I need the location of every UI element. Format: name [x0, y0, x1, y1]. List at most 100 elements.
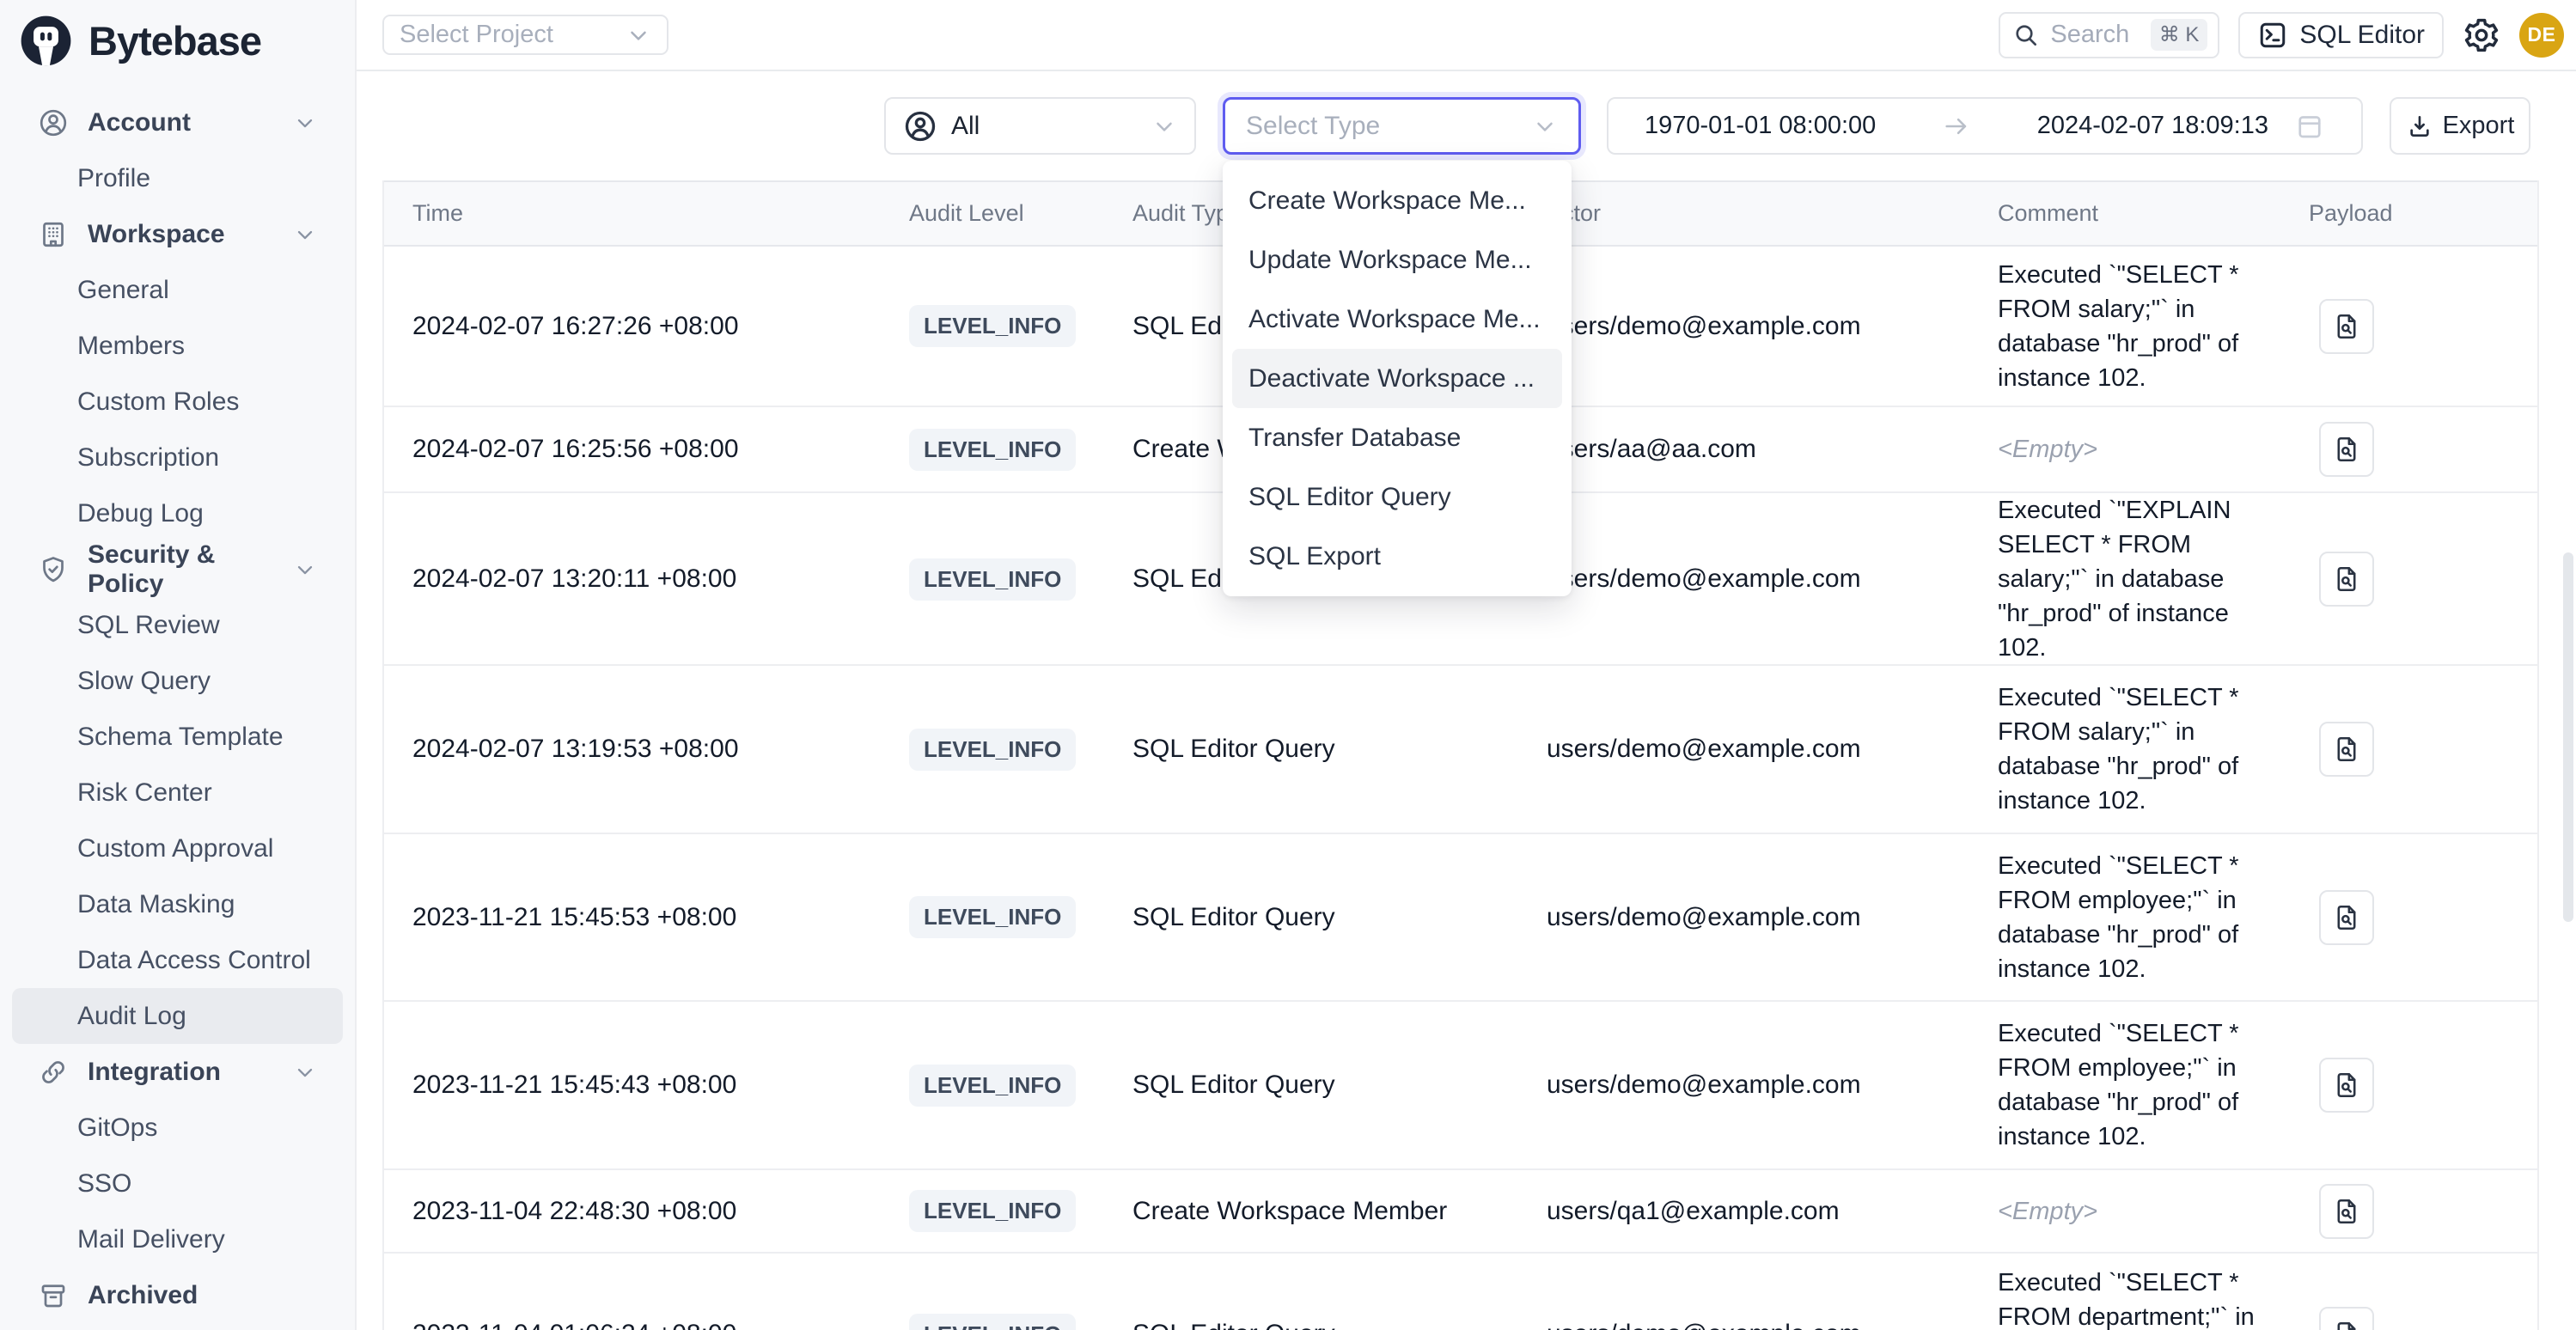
archive-icon	[38, 1280, 69, 1311]
actor-filter[interactable]: All	[884, 97, 1196, 155]
cell-comment: Executed `"SELECT * FROM salary;"` in da…	[1969, 258, 2280, 395]
sidebar-item-gitops[interactable]: GitOps	[0, 1100, 355, 1156]
cell-audit-level: LEVEL_INFO	[881, 305, 1104, 347]
cell-actor: users/demo@example.com	[1518, 903, 1969, 932]
level-badge: LEVEL_INFO	[909, 305, 1076, 347]
sidebar-item-subscription[interactable]: Subscription	[0, 430, 355, 485]
sidebar-item-custom-approval[interactable]: Custom Approval	[0, 821, 355, 876]
menu-item-sql-editor-query[interactable]: SQL Editor Query	[1223, 467, 1572, 527]
file-search-icon	[2332, 435, 2361, 464]
audit-type-dropdown-menu: Create Workspace Me... Update Workspace …	[1223, 161, 1572, 596]
payload-view-button[interactable]	[2319, 1184, 2374, 1239]
cell-payload	[2280, 552, 2537, 607]
cell-time: 2024-02-07 13:20:11 +08:00	[384, 564, 881, 594]
sidebar-item-schema-template[interactable]: Schema Template	[0, 709, 355, 765]
topbar: Select Project Search ⌘ K SQL Editor	[357, 0, 2576, 71]
cell-comment: <Empty>	[1969, 1194, 2280, 1229]
cell-audit-level: LEVEL_INFO	[881, 429, 1104, 471]
sidebar-item-mail-delivery[interactable]: Mail Delivery	[0, 1211, 355, 1267]
cell-time: 2023-11-21 15:45:53 +08:00	[384, 903, 881, 932]
file-search-icon	[2332, 1071, 2361, 1100]
sql-editor-button[interactable]: SQL Editor	[2238, 12, 2444, 58]
bytebase-logo[interactable]: Bytebase	[0, 0, 355, 71]
cell-audit-type: SQL Editor Query	[1104, 903, 1518, 932]
sidebar-item-archived[interactable]: Archived	[0, 1267, 355, 1323]
search-icon	[2012, 21, 2040, 49]
shield-check-icon	[38, 554, 69, 585]
sidebar-item-sso[interactable]: SSO	[0, 1156, 355, 1211]
file-search-icon	[2332, 1197, 2361, 1226]
chevron-down-icon	[293, 558, 317, 582]
audit-type-filter[interactable]: Select Type	[1223, 97, 1581, 155]
sidebar-item-account[interactable]: Account	[0, 95, 355, 150]
sidebar-item-custom-roles[interactable]: Custom Roles	[0, 374, 355, 430]
sidebar-item-audit-log[interactable]: Audit Log	[12, 988, 343, 1044]
date-to[interactable]: 2024-02-07 18:09:13	[2037, 112, 2268, 140]
cell-actor: users/aa@aa.com	[1518, 435, 1969, 464]
sidebar-item-members[interactable]: Members	[0, 318, 355, 374]
sidebar-item-general[interactable]: General	[0, 262, 355, 318]
menu-item-deactivate-workspace-member[interactable]: Deactivate Workspace ...	[1232, 349, 1562, 408]
cell-payload	[2280, 722, 2537, 777]
payload-view-button[interactable]	[2319, 722, 2374, 777]
cell-time: 2024-02-07 16:27:26 +08:00	[384, 312, 881, 341]
cell-actor: users/qa1@example.com	[1518, 1197, 1969, 1226]
date-from[interactable]: 1970-01-01 08:00:00	[1645, 112, 1876, 140]
table-row: 2023-11-04 22:48:30 +08:00 LEVEL_INFO Cr…	[384, 1170, 2537, 1254]
sql-editor-label: SQL Editor	[2299, 21, 2425, 50]
cell-payload	[2280, 890, 2537, 945]
cell-audit-level: LEVEL_INFO	[881, 729, 1104, 771]
avatar[interactable]: DE	[2519, 13, 2564, 58]
file-search-icon	[2332, 312, 2361, 341]
project-select[interactable]: Select Project	[382, 15, 668, 55]
payload-view-button[interactable]	[2319, 299, 2374, 354]
cell-audit-level: LEVEL_INFO	[881, 1065, 1104, 1107]
sidebar-item-profile[interactable]: Profile	[0, 150, 355, 206]
table-row: 2023-11-04 01:06:24 +08:00 LEVEL_INFO SQ…	[384, 1254, 2537, 1330]
menu-item-activate-workspace-member[interactable]: Activate Workspace Me...	[1223, 290, 1572, 349]
vertical-scrollbar-thumb[interactable]	[2563, 552, 2573, 922]
topbar-right-group: Search ⌘ K SQL Editor DE	[1999, 12, 2564, 58]
payload-view-button[interactable]	[2319, 890, 2374, 945]
cell-comment: Executed `"SELECT * FROM department;"` i…	[1969, 1266, 2280, 1330]
file-search-icon	[2332, 735, 2361, 764]
menu-item-create-workspace-member[interactable]: Create Workspace Me...	[1223, 171, 1572, 230]
sidebar-item-security-policy[interactable]: Security & Policy	[0, 541, 355, 597]
user-circle-icon	[38, 107, 69, 138]
payload-view-button[interactable]	[2319, 1307, 2374, 1330]
building-icon	[38, 219, 69, 250]
cell-time: 2023-11-04 01:06:24 +08:00	[384, 1320, 881, 1330]
search-input[interactable]: Search ⌘ K	[1999, 12, 2219, 58]
level-badge: LEVEL_INFO	[909, 429, 1076, 471]
cell-audit-type: Create Workspace Member	[1104, 1197, 1518, 1226]
date-range-picker[interactable]: 1970-01-01 08:00:00 2024-02-07 18:09:13	[1607, 97, 2363, 155]
export-button[interactable]: Export	[2390, 97, 2530, 155]
sidebar-item-data-access-control[interactable]: Data Access Control	[0, 932, 355, 988]
cell-payload	[2280, 422, 2537, 477]
sidebar-item-slow-query[interactable]: Slow Query	[0, 653, 355, 709]
menu-item-sql-export[interactable]: SQL Export	[1223, 527, 1572, 586]
cell-payload	[2280, 1058, 2537, 1113]
chevron-down-icon	[293, 111, 317, 135]
sidebar-item-data-masking[interactable]: Data Masking	[0, 876, 355, 932]
payload-view-button[interactable]	[2319, 1058, 2374, 1113]
sidebar-item-sql-review[interactable]: SQL Review	[0, 597, 355, 653]
settings-gear-button[interactable]	[2463, 16, 2500, 54]
chevron-down-icon	[626, 22, 651, 48]
menu-item-update-workspace-member[interactable]: Update Workspace Me...	[1223, 230, 1572, 290]
sidebar-item-debug-log[interactable]: Debug Log	[0, 485, 355, 541]
sidebar-item-integration[interactable]: Integration	[0, 1044, 355, 1100]
sidebar-item-workspace[interactable]: Workspace	[0, 206, 355, 262]
menu-item-transfer-database[interactable]: Transfer Database	[1223, 408, 1572, 467]
cell-audit-type: SQL Editor Query	[1104, 735, 1518, 764]
cell-actor: users/demo@example.com	[1518, 564, 1969, 594]
cell-payload	[2280, 1184, 2537, 1239]
payload-view-button[interactable]	[2319, 552, 2374, 607]
chevron-down-icon	[1532, 113, 1558, 139]
payload-view-button[interactable]	[2319, 422, 2374, 477]
sidebar: Bytebase Account Profile Workspace	[0, 0, 357, 1330]
sidebar-item-risk-center[interactable]: Risk Center	[0, 765, 355, 821]
cell-audit-level: LEVEL_INFO	[881, 1314, 1104, 1330]
chevron-down-icon	[293, 223, 317, 247]
search-shortcut-badge: ⌘ K	[2151, 19, 2208, 51]
